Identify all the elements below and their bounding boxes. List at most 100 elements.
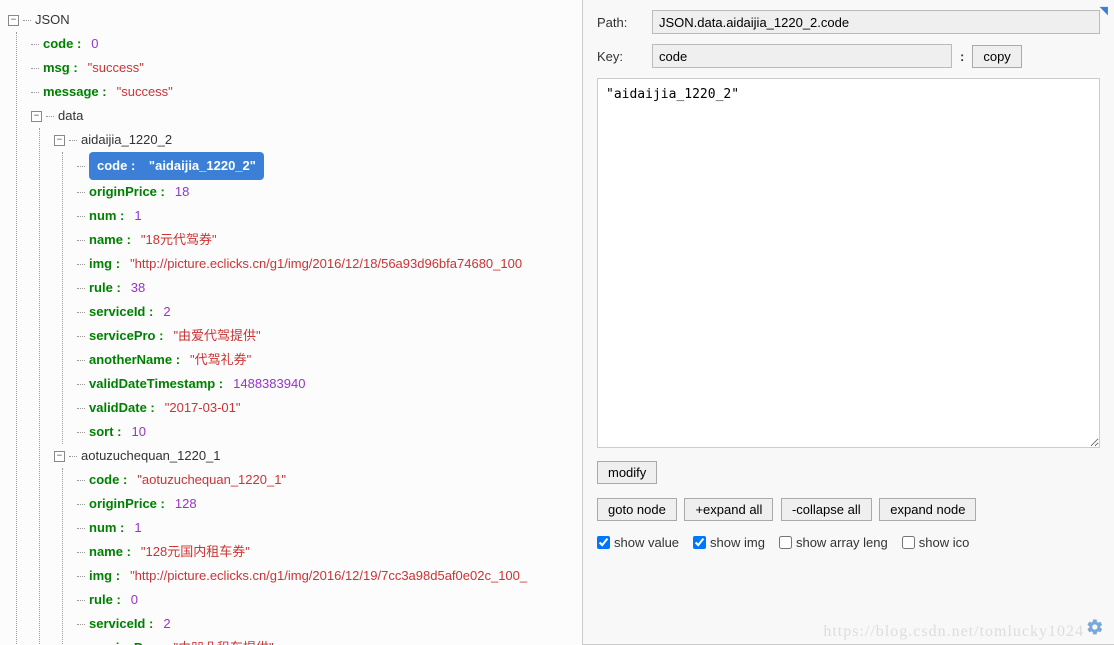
checkbox-label: show value	[614, 535, 679, 550]
collapse-icon[interactable]: −	[8, 15, 19, 26]
value: "18元代驾券"	[131, 228, 217, 252]
expand-node-button[interactable]: expand node	[879, 498, 976, 521]
show-ico-checkbox[interactable]: show ico	[902, 535, 970, 550]
tree-leaf[interactable]: validDateTimestamp :1488383940	[77, 372, 580, 396]
key-label: validDate :	[89, 396, 155, 420]
path-label: Path:	[597, 15, 652, 30]
key-label: num :	[89, 516, 124, 540]
value: 18	[165, 180, 189, 204]
key-label: originPrice :	[89, 180, 165, 204]
value: 1488383940	[223, 372, 305, 396]
value: "2017-03-01"	[155, 396, 241, 420]
copy-button[interactable]: copy	[972, 45, 1021, 68]
key-label: code :	[97, 158, 135, 173]
checkbox-label: show ico	[919, 535, 970, 550]
node-label: data	[58, 104, 83, 128]
tree-leaf[interactable]: rule :38	[77, 276, 580, 300]
key-label: originPrice :	[89, 492, 165, 516]
collapse-icon[interactable]: −	[54, 451, 65, 462]
detail-panel: ◥ Path: Key: : copy "aidaijia_1220_2" mo…	[582, 0, 1114, 645]
key-label: img :	[89, 252, 120, 276]
show-array-leng-checkbox[interactable]: show array leng	[779, 535, 888, 550]
value: 0	[81, 32, 98, 56]
value: 1	[124, 516, 141, 540]
checkbox-label: show img	[710, 535, 765, 550]
collapse-icon[interactable]: −	[31, 111, 42, 122]
key-label: servicePro :	[89, 636, 163, 645]
value: "success"	[107, 80, 173, 104]
value: 1	[124, 204, 141, 228]
value: "由凹凸租车提供"	[163, 636, 273, 645]
node-label: JSON	[35, 8, 70, 32]
key-label: message :	[43, 80, 107, 104]
expand-all-button[interactable]: +expand all	[684, 498, 773, 521]
value: 2	[153, 612, 170, 636]
tree-leaf[interactable]: servicePro :"由爱代驾提供"	[77, 324, 580, 348]
tree-leaf[interactable]: validDate :"2017-03-01"	[77, 396, 580, 420]
selected-node: code : "aidaijia_1220_2"	[89, 152, 264, 180]
tree-leaf[interactable]: serviceId :2	[77, 612, 580, 636]
goto-node-button[interactable]: goto node	[597, 498, 677, 521]
value: 128	[165, 492, 197, 516]
tree-leaf[interactable]: sort :10	[77, 420, 580, 444]
key-label: rule :	[89, 276, 121, 300]
key-label: anotherName :	[89, 348, 180, 372]
value: "128元国内租车券"	[131, 540, 250, 564]
collapse-all-button[interactable]: -collapse all	[781, 498, 872, 521]
key-label: servicePro :	[89, 324, 163, 348]
key-label: sort :	[89, 420, 122, 444]
key-label: code :	[89, 468, 127, 492]
value: 38	[121, 276, 145, 300]
key-label: validDateTimestamp :	[89, 372, 223, 396]
value: "http://picture.eclicks.cn/g1/img/2016/1…	[120, 252, 522, 276]
tree-leaf[interactable]: originPrice :18	[77, 180, 580, 204]
tree-leaf-message[interactable]: message : "success"	[31, 80, 580, 104]
value: "http://picture.eclicks.cn/g1/img/2016/1…	[120, 564, 527, 588]
key-label: num :	[89, 204, 124, 228]
value: "aotuzuchequan_1220_1"	[127, 468, 286, 492]
node-label: aotuzuchequan_1220_1	[81, 444, 221, 468]
path-input[interactable]	[652, 10, 1100, 34]
show-value-checkbox[interactable]: show value	[597, 535, 679, 550]
tree-leaf-code[interactable]: code : 0	[31, 32, 580, 56]
tree-leaf[interactable]: code :"aotuzuchequan_1220_1"	[77, 468, 580, 492]
watermark: https://blog.csdn.net/tomlucky1024	[823, 623, 1084, 641]
tree-leaf[interactable]: name :"18元代驾券"	[77, 228, 580, 252]
tree-node-data[interactable]: − data	[31, 104, 580, 128]
tree-leaf[interactable]: servicePro :"由凹凸租车提供"	[77, 636, 580, 645]
key-input[interactable]	[652, 44, 952, 68]
collapse-panel-icon[interactable]: ◥	[1100, 4, 1108, 17]
key-label: img :	[89, 564, 120, 588]
tree-leaf[interactable]: img :"http://picture.eclicks.cn/g1/img/2…	[77, 564, 580, 588]
collapse-icon[interactable]: −	[54, 135, 65, 146]
key-label: serviceId :	[89, 300, 153, 324]
tree-leaf[interactable]: serviceId :2	[77, 300, 580, 324]
gear-icon[interactable]	[1086, 618, 1104, 636]
key-label: name :	[89, 228, 131, 252]
tree-leaf[interactable]: rule :0	[77, 588, 580, 612]
tree-leaf[interactable]: num :1	[77, 516, 580, 540]
key-label: name :	[89, 540, 131, 564]
key-label: serviceId :	[89, 612, 153, 636]
value-textarea[interactable]: "aidaijia_1220_2"	[597, 78, 1100, 448]
tree-leaf-item1-code[interactable]: code : "aidaijia_1220_2"	[77, 152, 580, 180]
tree-node-item1[interactable]: − aidaijia_1220_2	[54, 128, 580, 152]
value: 2	[153, 300, 170, 324]
key-label: Key:	[597, 49, 652, 64]
tree-leaf[interactable]: originPrice :128	[77, 492, 580, 516]
tree-node-item2[interactable]: − aotuzuchequan_1220_1	[54, 444, 580, 468]
colon-separator: :	[960, 49, 964, 64]
modify-button[interactable]: modify	[597, 461, 657, 484]
tree-leaf[interactable]: anotherName :"代驾礼券"	[77, 348, 580, 372]
tree-node-root[interactable]: − JSON	[8, 8, 580, 32]
value: "success"	[78, 56, 144, 80]
tree-leaf-msg[interactable]: msg : "success"	[31, 56, 580, 80]
key-label: code :	[43, 32, 81, 56]
tree-leaf[interactable]: name :"128元国内租车券"	[77, 540, 580, 564]
value: "由爱代驾提供"	[163, 324, 260, 348]
value: "aidaijia_1220_2"	[139, 158, 256, 173]
tree-leaf[interactable]: num :1	[77, 204, 580, 228]
value: 10	[122, 420, 146, 444]
tree-leaf[interactable]: img :"http://picture.eclicks.cn/g1/img/2…	[77, 252, 580, 276]
show-img-checkbox[interactable]: show img	[693, 535, 765, 550]
